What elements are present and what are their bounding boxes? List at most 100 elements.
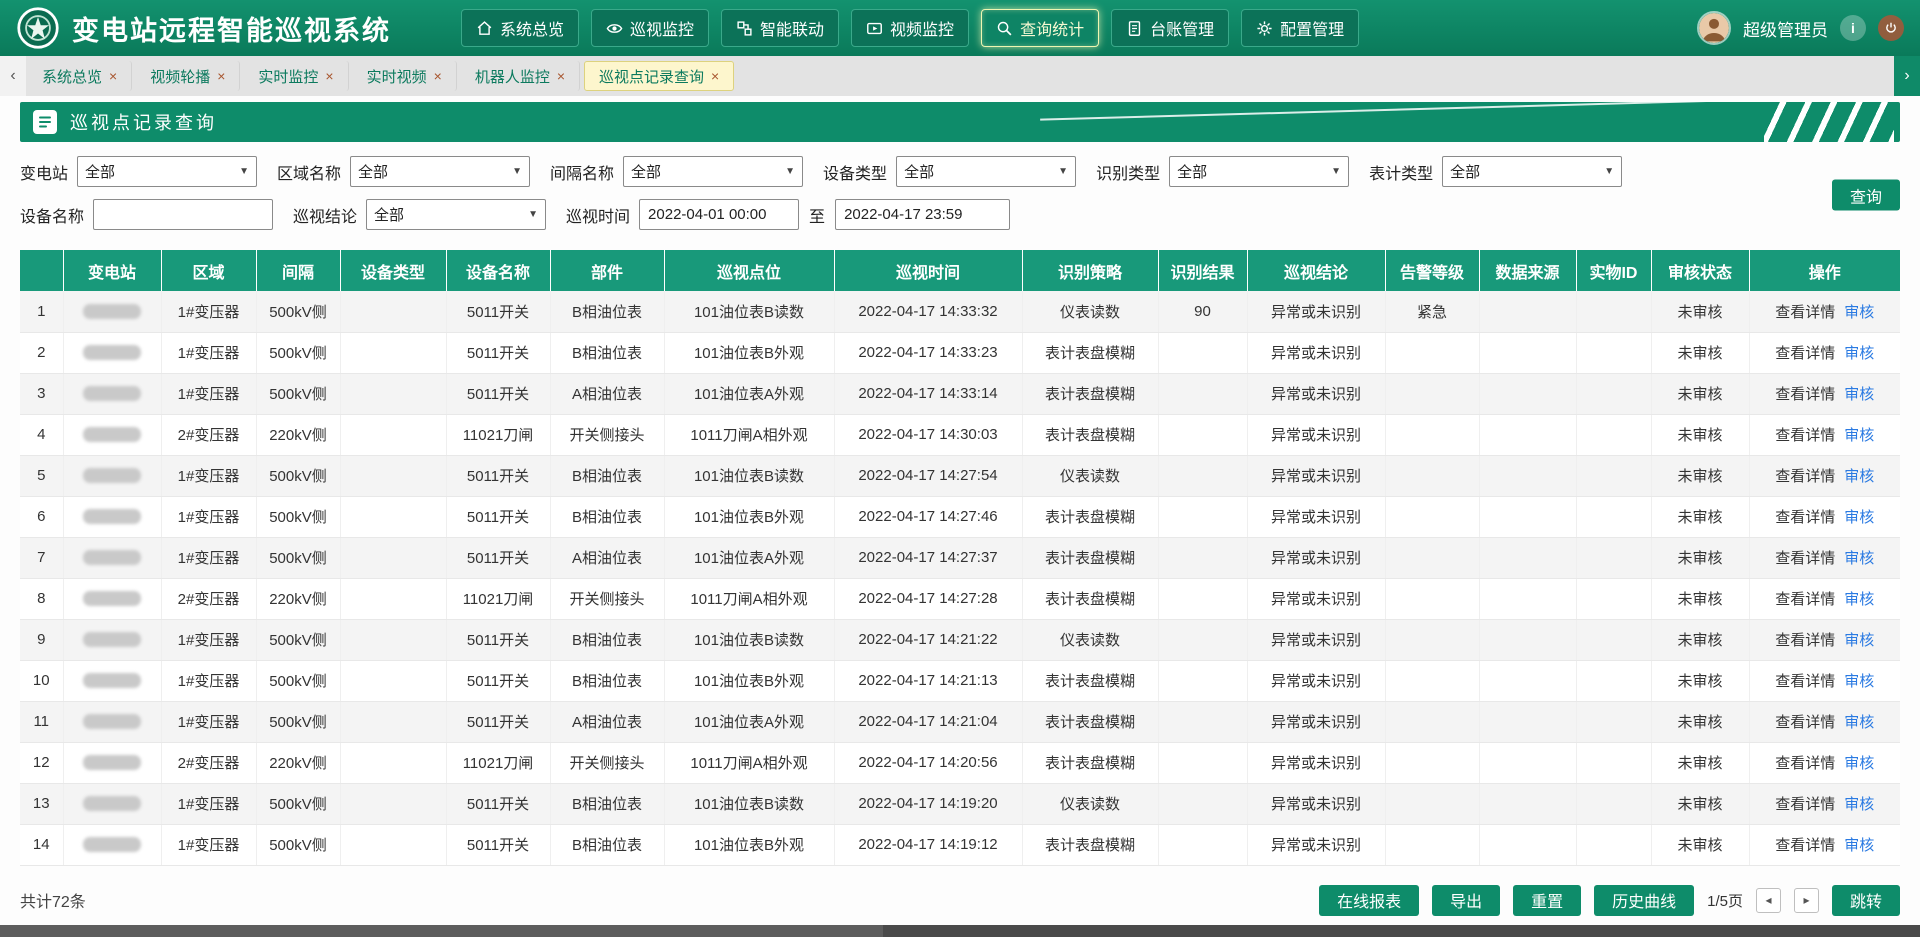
view-detail-link[interactable]: 查看详情 xyxy=(1775,304,1835,321)
nav-label: 台账管理 xyxy=(1150,16,1214,40)
nav-item-overview[interactable]: 系统总览 xyxy=(461,9,579,47)
view-detail-link[interactable]: 查看详情 xyxy=(1775,837,1835,854)
view-detail-link[interactable]: 查看详情 xyxy=(1775,468,1835,485)
view-detail-link[interactable]: 查看详情 xyxy=(1775,796,1835,813)
time-from-input[interactable] xyxy=(639,199,799,230)
close-icon[interactable]: × xyxy=(711,68,719,84)
audit-link[interactable]: 审核 xyxy=(1844,755,1874,772)
view-detail-link[interactable]: 查看详情 xyxy=(1775,345,1835,362)
online-report-button[interactable]: 在线报表 xyxy=(1319,885,1419,916)
audit-link[interactable]: 审核 xyxy=(1844,550,1874,567)
power-icon[interactable] xyxy=(1878,15,1904,41)
close-icon[interactable]: × xyxy=(325,68,333,84)
close-icon[interactable]: × xyxy=(109,68,117,84)
bay-select[interactable]: 全部▼ xyxy=(623,156,803,187)
tab-robot-monitor[interactable]: 机器人监控× xyxy=(461,61,580,91)
cell-no: 2 xyxy=(20,332,63,373)
audit-link[interactable]: 审核 xyxy=(1844,427,1874,444)
device-name-input[interactable] xyxy=(93,199,273,230)
audit-link[interactable]: 审核 xyxy=(1844,591,1874,608)
nav-label: 系统总览 xyxy=(500,16,564,40)
cell-time: 2022-04-17 14:33:23 xyxy=(834,332,1022,373)
station-select[interactable]: 全部▼ xyxy=(77,156,257,187)
nav-item-query-stats[interactable]: 查询统计 xyxy=(981,9,1099,47)
close-icon[interactable]: × xyxy=(217,68,225,84)
cell-device-type xyxy=(340,578,446,619)
close-icon[interactable]: × xyxy=(557,68,565,84)
view-detail-link[interactable]: 查看详情 xyxy=(1775,714,1835,731)
cell-device-name: 5011开关 xyxy=(446,660,550,701)
audit-link[interactable]: 审核 xyxy=(1844,509,1874,526)
reset-button[interactable]: 重置 xyxy=(1513,885,1581,916)
tab-system-overview[interactable]: 系统总览× xyxy=(28,61,132,91)
view-detail-link[interactable]: 查看详情 xyxy=(1775,550,1835,567)
cell-physical-id xyxy=(1576,578,1651,619)
nav-item-ledger[interactable]: 台账管理 xyxy=(1111,9,1229,47)
audit-link[interactable]: 审核 xyxy=(1844,304,1874,321)
top-header: 变电站远程智能巡视系统 系统总览 巡视监控 智能联动 视频监控 查询统计 xyxy=(0,0,1920,56)
cell-bay: 220kV侧 xyxy=(256,742,340,783)
filter-time-range: 巡视时间 至 xyxy=(566,199,1010,230)
tab-realtime-monitor[interactable]: 实时监控× xyxy=(244,61,348,91)
audit-link[interactable]: 审核 xyxy=(1844,632,1874,649)
recognition-type-select[interactable]: 全部▼ xyxy=(1169,156,1349,187)
filter-label: 巡视时间 xyxy=(566,203,630,227)
view-detail-link[interactable]: 查看详情 xyxy=(1775,755,1835,772)
nav-item-video-monitor[interactable]: 视频监控 xyxy=(851,9,969,47)
audit-link[interactable]: 审核 xyxy=(1844,714,1874,731)
view-detail-link[interactable]: 查看详情 xyxy=(1775,591,1835,608)
view-detail-link[interactable]: 查看详情 xyxy=(1775,673,1835,690)
view-detail-link[interactable]: 查看详情 xyxy=(1775,632,1835,649)
history-curve-button[interactable]: 历史曲线 xyxy=(1594,885,1694,916)
cell-alarm-level xyxy=(1385,373,1479,414)
tab-realtime-video[interactable]: 实时视频× xyxy=(353,61,457,91)
query-button[interactable]: 查询 xyxy=(1832,180,1900,211)
audit-link[interactable]: 审核 xyxy=(1844,673,1874,690)
view-detail-link[interactable]: 查看详情 xyxy=(1775,509,1835,526)
audit-link[interactable]: 审核 xyxy=(1844,345,1874,362)
cell-device-name: 5011开关 xyxy=(446,701,550,742)
conclusion-select[interactable]: 全部▼ xyxy=(366,199,546,230)
cell-device-name: 5011开关 xyxy=(446,373,550,414)
time-to-input[interactable] xyxy=(835,199,1010,230)
table-row: 141#变压器500kV侧5011开关B相油位表101油位表B外观2022-04… xyxy=(20,824,1900,865)
cell-area: 1#变压器 xyxy=(161,332,256,373)
device-type-select[interactable]: 全部▼ xyxy=(896,156,1076,187)
horizontal-scrollbar[interactable] xyxy=(0,925,1920,937)
audit-link[interactable]: 审核 xyxy=(1844,796,1874,813)
nav-item-patrol-monitor[interactable]: 巡视监控 xyxy=(591,9,709,47)
filter-meter-type: 表计类型 全部▼ xyxy=(1369,156,1622,187)
select-value: 全部 xyxy=(1177,161,1207,182)
nav-item-config[interactable]: 配置管理 xyxy=(1241,9,1359,47)
view-detail-link[interactable]: 查看详情 xyxy=(1775,386,1835,403)
close-icon[interactable]: × xyxy=(434,68,442,84)
tab-scroll-left-icon[interactable]: ‹ xyxy=(0,56,26,96)
meter-type-select[interactable]: 全部▼ xyxy=(1442,156,1622,187)
prev-page-button[interactable]: ◂ xyxy=(1756,888,1781,913)
tab-patrol-record-query[interactable]: 巡视点记录查询× xyxy=(584,61,734,91)
filter-label: 巡视结论 xyxy=(293,203,357,227)
audit-link[interactable]: 审核 xyxy=(1844,468,1874,485)
cell-area: 1#变压器 xyxy=(161,496,256,537)
jump-button[interactable]: 跳转 xyxy=(1832,885,1900,916)
scrollbar-thumb[interactable] xyxy=(0,925,883,937)
brand: 变电站远程智能巡视系统 xyxy=(16,6,391,50)
user-avatar[interactable] xyxy=(1697,11,1731,45)
tab-video-carousel[interactable]: 视频轮播× xyxy=(136,61,240,91)
next-page-button[interactable]: ▸ xyxy=(1794,888,1819,913)
nav-item-smart-linkage[interactable]: 智能联动 xyxy=(721,9,839,47)
tab-scroll-right-icon[interactable]: › xyxy=(1894,56,1920,96)
cell-result xyxy=(1158,537,1247,578)
audit-link[interactable]: 审核 xyxy=(1844,837,1874,854)
cell-part: B相油位表 xyxy=(550,619,664,660)
export-button[interactable]: 导出 xyxy=(1432,885,1500,916)
cell-conclusion: 异常或未识别 xyxy=(1247,619,1385,660)
audit-link[interactable]: 审核 xyxy=(1844,386,1874,403)
cell-actions: 查看详情审核 xyxy=(1749,455,1900,496)
area-select[interactable]: 全部▼ xyxy=(350,156,530,187)
cell-data-source xyxy=(1479,824,1576,865)
info-icon[interactable]: i xyxy=(1840,15,1866,41)
cell-actions: 查看详情审核 xyxy=(1749,332,1900,373)
view-detail-link[interactable]: 查看详情 xyxy=(1775,427,1835,444)
filter-label: 间隔名称 xyxy=(550,160,614,184)
